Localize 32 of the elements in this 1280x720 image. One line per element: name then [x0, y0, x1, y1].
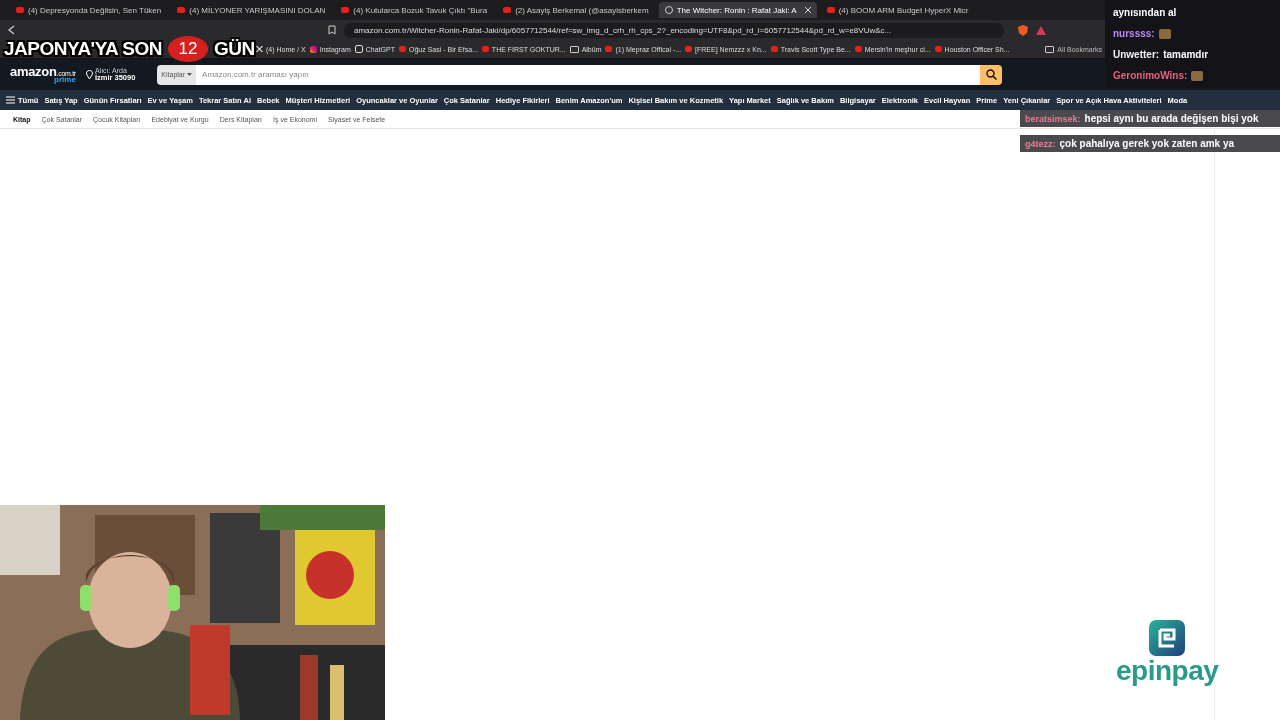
chat-username: nurssss: — [1113, 28, 1155, 39]
browser-tab[interactable]: (4) BOOM ARM Budget HyperX Micr — [820, 2, 975, 18]
sponsor-logo: epinpay — [1116, 620, 1219, 687]
caret-icon — [187, 73, 193, 76]
chat-message: çok pahalıya gerek yok zaten amk ya — [1059, 138, 1235, 149]
chat-username: GeronimoWins: — [1113, 70, 1188, 81]
chat-message: tamamdır — [1163, 49, 1209, 60]
back-icon[interactable] — [8, 25, 15, 35]
stream-title-banner: JAPONYA'YA SON 12 GÜN — [4, 36, 255, 62]
bookmark-icon[interactable] — [328, 25, 336, 35]
browser-tab[interactable]: (4) Kutularca Bozuk Tavuk Çıktı "Bura — [335, 2, 494, 18]
x-icon — [256, 46, 263, 52]
chat-message: hepsi aynı bu arada değişen bişi yok — [1084, 113, 1259, 124]
chat-username: g4tezz: — [1025, 139, 1056, 149]
close-icon[interactable] — [804, 7, 811, 13]
shield-icon[interactable] — [1018, 24, 1028, 36]
triangle-icon[interactable] — [1036, 25, 1046, 35]
search-icon — [985, 69, 997, 80]
location-pin-icon — [85, 70, 93, 79]
browser-tab[interactable]: The Witcher: Ronin : Rafat Jaki: A — [658, 2, 817, 18]
browser-tab[interactable]: (2) Asayiş Berkemal (@asayisberkem — [497, 2, 655, 18]
chat-username: Unwetter: — [1113, 49, 1160, 60]
search-button[interactable] — [980, 64, 1003, 85]
emote-icon — [1158, 28, 1171, 39]
search-field[interactable]: Amazon.com.tr araması yapın — [196, 64, 981, 85]
chat-message: aynısından al — [1113, 7, 1177, 18]
browser-tab[interactable]: (4) MİLYONER YARIŞMASINI DOLAN — [171, 2, 332, 18]
browser-tab[interactable]: (4) Depresyonda Değilsin, Sen Tüken — [10, 2, 168, 18]
chat-username: beratsimsek: — [1025, 114, 1081, 124]
address-bar[interactable]: amazon.com.tr/Witcher-Ronin-Rafat-Jaki/dp/6057712544/ref=sw_img_d_crh_rh_cps_2?_encoding=UTF8&pd_rd_i=6057712544&pd_rd_w=e8VUw&c... — [344, 22, 1004, 38]
emote-icon — [1191, 70, 1204, 81]
menu-icon — [6, 96, 15, 104]
